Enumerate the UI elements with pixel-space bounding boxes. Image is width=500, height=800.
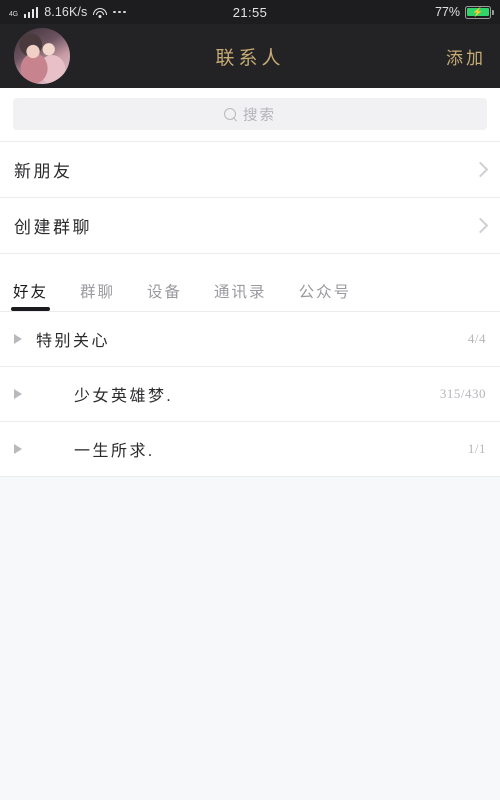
tab-label: 群聊 — [80, 284, 116, 301]
group-row[interactable]: 少女英雄梦. 315/430 — [0, 366, 500, 421]
status-bar-right: 77% ⚡ — [434, 5, 494, 19]
tab-label: 通讯录 — [214, 284, 267, 301]
search-bar-container: 搜索 — [0, 88, 500, 141]
nav-row-create-group-chat[interactable]: 创建群聊 — [0, 197, 500, 253]
nav-row-new-friends[interactable]: 新朋友 — [0, 141, 500, 197]
search-input[interactable]: 搜索 — [13, 98, 487, 130]
battery-charging-icon: ⚡ — [465, 5, 494, 19]
nav-row-list: 新朋友 创建群聊 — [0, 141, 500, 253]
status-bar: 4G 8.16K/s 21:55 77% ⚡ — [0, 0, 500, 24]
add-contact-button[interactable]: 添加 — [446, 44, 486, 69]
group-count: 315/430 — [439, 386, 486, 401]
group-list: 特别关心 4/4 少女英雄梦. 315/430 一生所求. 1/1 — [0, 311, 500, 477]
chevron-right-icon — [472, 217, 489, 234]
page-title: 联系人 — [215, 47, 285, 69]
group-label: 一生所求. — [74, 443, 155, 460]
tab-label: 设备 — [147, 284, 183, 301]
group-row[interactable]: 一生所求. 1/1 — [0, 421, 500, 476]
nav-row-label: 创建群聊 — [14, 218, 92, 237]
tab-devices[interactable]: 设备 — [147, 280, 182, 311]
tab-label: 好友 — [13, 284, 49, 301]
list-bottom-divider — [0, 476, 500, 477]
tab-bar: 好友 群聊 设备 通讯录 公众号 — [0, 253, 500, 311]
search-placeholder: 搜索 — [243, 107, 276, 124]
group-label: 特别关心 — [36, 333, 111, 350]
battery-percent-label: 77% — [434, 5, 460, 19]
tab-friends[interactable]: 好友 — [11, 280, 51, 311]
tab-official-accounts[interactable]: 公众号 — [299, 280, 352, 311]
group-label: 少女英雄梦. — [74, 388, 174, 405]
tab-label: 公众号 — [298, 284, 352, 301]
triangle-right-icon[interactable] — [14, 444, 22, 454]
user-avatar[interactable] — [14, 28, 70, 84]
group-count: 1/1 — [467, 441, 486, 456]
tab-group-chats[interactable]: 群聊 — [80, 280, 115, 311]
app-header: 联系人 添加 — [0, 24, 500, 88]
triangle-right-icon[interactable] — [14, 389, 22, 399]
group-row[interactable]: 特别关心 4/4 — [0, 311, 500, 366]
tab-address-book[interactable]: 通讯录 — [214, 280, 267, 311]
status-bar-clock: 21:55 — [232, 4, 268, 20]
app-screen: 4G 8.16K/s 21:55 77% ⚡ 联系人 添加 搜索 新朋友 创建群… — [0, 0, 500, 800]
chevron-right-icon — [472, 161, 489, 178]
group-count: 4/4 — [467, 331, 486, 346]
nav-row-label: 新朋友 — [14, 162, 73, 181]
tab-active-underline — [11, 307, 51, 311]
charging-bolt-icon: ⚡ — [472, 6, 484, 17]
search-icon — [224, 107, 237, 121]
triangle-right-icon[interactable] — [14, 334, 22, 344]
